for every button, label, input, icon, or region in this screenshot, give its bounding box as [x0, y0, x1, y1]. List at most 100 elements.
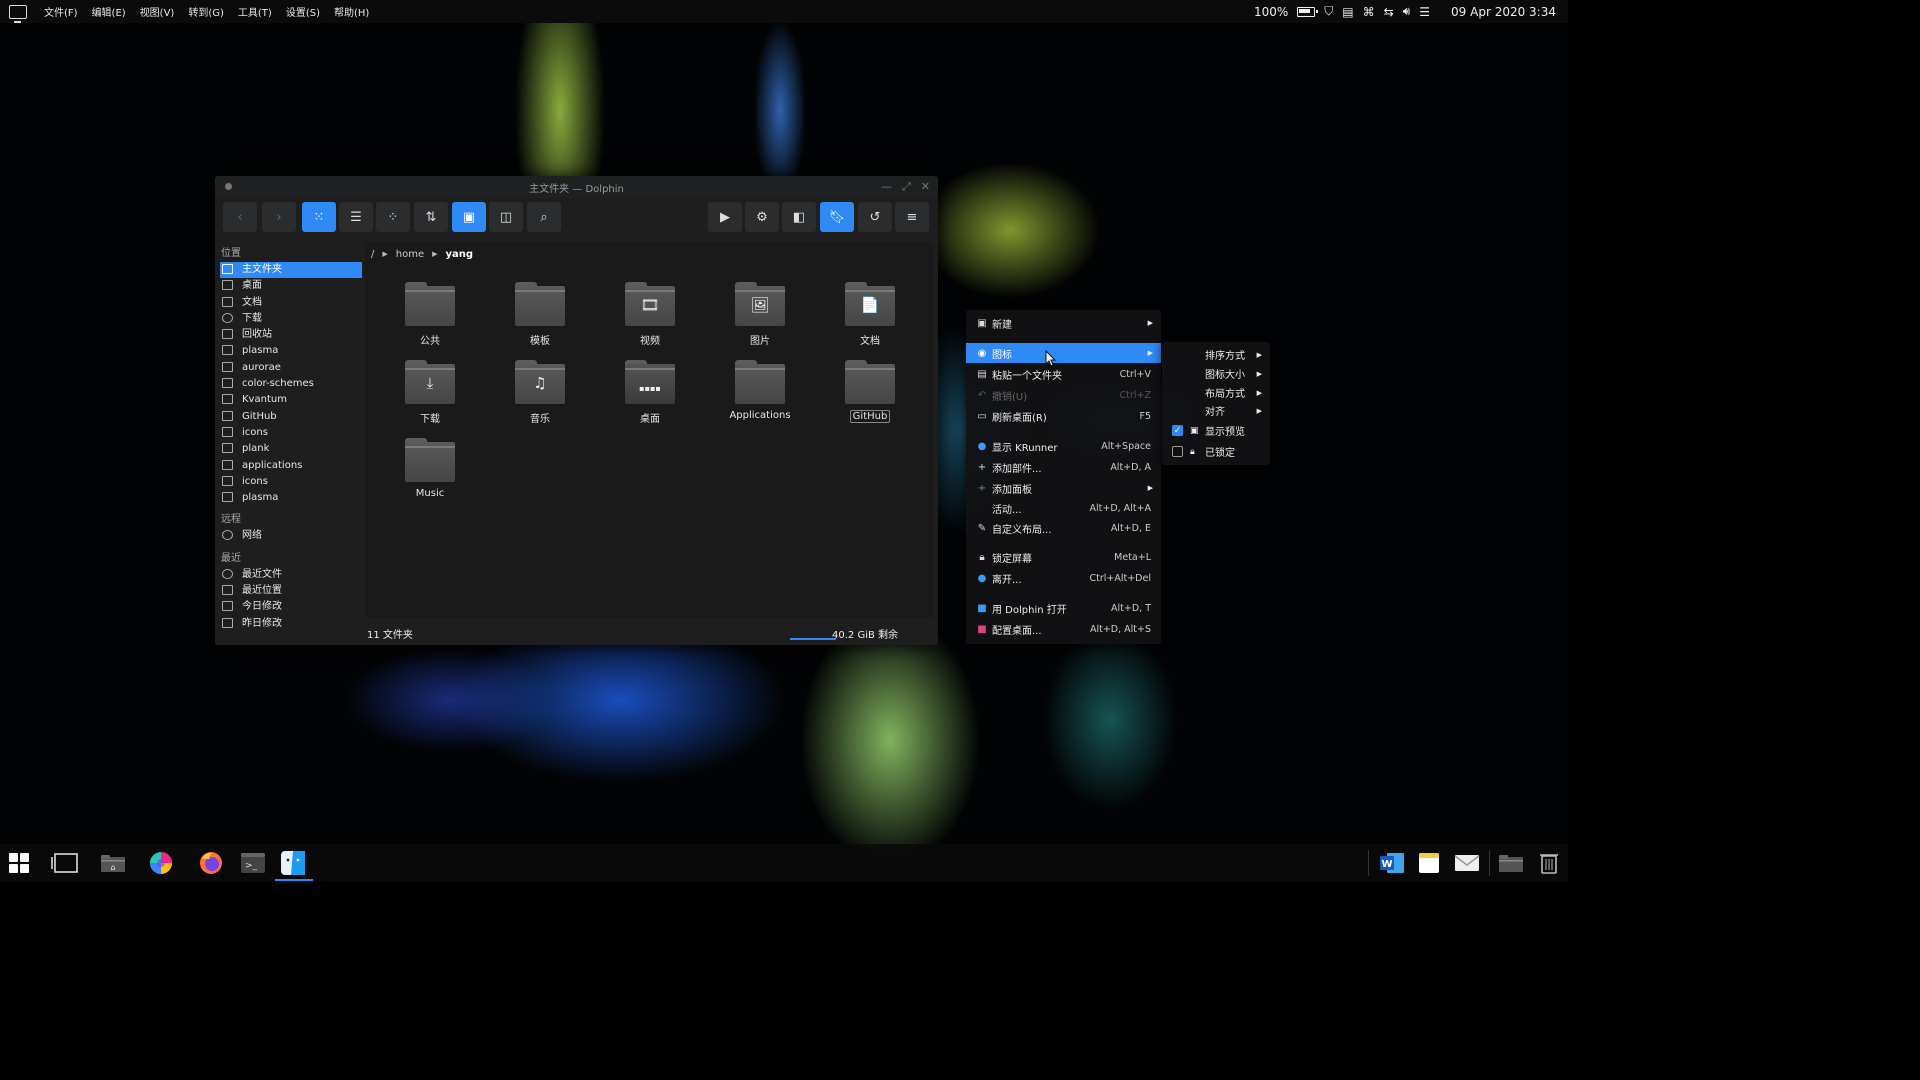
sidebar-item-modified-yesterday[interactable]: 昨日修改	[220, 616, 362, 632]
task-view-button[interactable]	[51, 850, 79, 876]
back-button[interactable]: ‹	[223, 202, 257, 232]
submenu-item-icon-size[interactable]: 图标大小 ▶	[1162, 364, 1270, 383]
clock[interactable]: 09 Apr 2020 3:34	[1451, 5, 1556, 19]
taskbar-mail[interactable]	[1453, 850, 1481, 876]
file-item-applications[interactable]: Applications	[715, 360, 805, 421]
breadcrumb-home[interactable]: home	[396, 249, 424, 260]
sidebar-item-plank[interactable]: plank	[220, 441, 362, 457]
file-item-github[interactable]: GitHub	[825, 360, 915, 423]
taskbar-word[interactable]: W	[1378, 850, 1406, 876]
breadcrumb-root[interactable]: /	[371, 249, 374, 260]
split-button[interactable]: ◫	[489, 202, 523, 232]
sidebar-item-kvantum[interactable]: Kvantum	[220, 392, 362, 408]
icons-view-button[interactable]: ⁙	[302, 202, 336, 232]
bookmark-button[interactable]: 🔖︎	[820, 202, 854, 232]
battery-icon[interactable]	[1297, 6, 1319, 17]
menu-help[interactable]: 帮助(H)	[327, 4, 376, 19]
menu-item-paste[interactable]: ▤ 粘贴一个文件夹 Ctrl+V	[966, 364, 1161, 384]
file-item-music[interactable]: Music	[385, 438, 475, 499]
breadcrumb-current[interactable]: yang	[446, 249, 474, 260]
file-item-templates[interactable]: 模板	[495, 282, 585, 347]
sidebar-item-icons-2[interactable]: icons	[220, 474, 362, 490]
file-item-public[interactable]: 公共	[385, 282, 475, 347]
sidebar-item-desktop[interactable]: 桌面	[220, 278, 362, 294]
hamburger-menu-button[interactable]: ≡	[895, 202, 929, 232]
menu-file[interactable]: 文件(F)	[37, 4, 85, 19]
search-button[interactable]: ⌕	[527, 202, 561, 232]
file-item-documents[interactable]: 📄 文档	[825, 282, 915, 347]
sidebar-item-network[interactable]: 网络	[220, 528, 362, 544]
maximize-icon[interactable]: ⤢	[902, 180, 911, 194]
menu-item-configure-desktop[interactable]: ■ 配置桌面... Alt+D, Alt+S	[966, 619, 1161, 639]
sidebar-item-recent-files[interactable]: 最近文件	[220, 567, 362, 583]
taskbar-trash[interactable]	[1535, 850, 1563, 876]
sidebar-item-github[interactable]: GitHub	[220, 409, 362, 425]
submenu-item-align[interactable]: 对齐 ▶	[1162, 401, 1270, 420]
sidebar-item-plasma-2[interactable]: plasma	[220, 490, 362, 506]
menu-item-refresh[interactable]: ▭ 刷新桌面(R) F5	[966, 406, 1161, 426]
file-item-desktop[interactable]: ▪▪▪▪ 桌面	[605, 360, 695, 425]
settings-button[interactable]: ⚙	[745, 202, 779, 232]
file-item-pictures[interactable]: 🖼 图片	[715, 282, 805, 347]
menu-item-leave[interactable]: ● 离开... Ctrl+Alt+Del	[966, 568, 1161, 588]
terminal-button[interactable]: ▶	[708, 202, 742, 232]
sidebar-item-plasma[interactable]: plasma	[220, 343, 362, 359]
menu-view[interactable]: 视图(V)	[133, 4, 182, 19]
menu-go[interactable]: 转到(G)	[181, 4, 231, 19]
menu-item-undo[interactable]: ↶ 撤销(U) Ctrl+Z	[966, 385, 1161, 405]
menu-settings[interactable]: 设置(S)	[279, 4, 327, 19]
taskbar-firefox[interactable]	[197, 850, 225, 876]
close-icon[interactable]: ✕	[921, 180, 930, 194]
sidebar-item-applications[interactable]: applications	[220, 458, 362, 474]
sidebar-item-recent-locations[interactable]: 最近位置	[220, 583, 362, 599]
network-icon[interactable]: ⇆	[1384, 5, 1394, 19]
sidebar-item-home[interactable]: 主文件夹	[220, 262, 362, 279]
chevron-right-icon[interactable]: ▶	[432, 250, 437, 258]
sidebar-item-documents[interactable]: 文档	[220, 295, 362, 311]
battery-percent[interactable]: 100%	[1254, 5, 1288, 19]
sidebar-item-trash[interactable]: 回收站	[220, 327, 362, 343]
sidebar-item-color-schemes[interactable]: color-schemes	[220, 376, 362, 392]
details-view-button[interactable]: ☰	[339, 202, 373, 232]
kdeconnect-icon[interactable]: ⌘	[1363, 5, 1375, 19]
chevron-right-icon[interactable]: ▶	[382, 250, 387, 258]
monitor-icon[interactable]	[9, 4, 27, 23]
taskbar-terminal[interactable]: >_	[239, 850, 267, 876]
menu-item-add-widgets[interactable]: + 添加部件... Alt+D, A	[966, 457, 1161, 477]
volume-icon[interactable]: 🔊︎	[1403, 4, 1411, 19]
menu-item-activities[interactable]: 活动... Alt+D, Alt+A	[966, 498, 1161, 518]
sidebar-item-icons[interactable]: icons	[220, 425, 362, 441]
free-space[interactable]: 40.2 GiB 剩余	[832, 626, 898, 641]
submenu-item-show-previews[interactable]: ✓ ▣ 显示预览	[1162, 421, 1270, 440]
taskbar-color-app[interactable]	[147, 850, 175, 876]
sidebar-item-modified-today[interactable]: 今日修改	[220, 599, 362, 615]
menu-item-krunner[interactable]: ● 显示 KRunner Alt+Space	[966, 436, 1161, 456]
shield-icon[interactable]: ⛉	[1324, 4, 1333, 19]
minimize-icon[interactable]: —	[881, 180, 892, 194]
taskbar-finder[interactable]	[279, 850, 307, 876]
preview-button[interactable]: ▣	[452, 202, 486, 232]
file-item-music-cn[interactable]: ♫ 音乐	[495, 360, 585, 425]
taskbar-folder[interactable]	[1497, 850, 1525, 876]
menu-tools[interactable]: 工具(T)	[231, 4, 279, 19]
notifications-icon[interactable]: ☰	[1419, 5, 1430, 19]
forward-button[interactable]: ›	[262, 202, 296, 232]
panel-button[interactable]: ◧	[782, 202, 816, 232]
menu-item-customize-layout[interactable]: ✎ 自定义布局... Alt+D, E	[966, 518, 1161, 538]
sidebar-item-aurorae[interactable]: aurorae	[220, 360, 362, 376]
menu-item-lock-screen[interactable]: 🔒︎ 锁定屏幕 Meta+L	[966, 547, 1161, 567]
sidebar-item-downloads[interactable]: 下载	[220, 311, 362, 327]
window-menu-icon[interactable]	[225, 183, 232, 190]
checkbox-checked-icon[interactable]: ✓	[1172, 425, 1183, 436]
start-menu-button[interactable]	[5, 850, 33, 876]
submenu-item-sort[interactable]: 排序方式 ▶	[1162, 345, 1270, 364]
taskbar-notes[interactable]	[1415, 850, 1443, 876]
undo-button[interactable]: ↺	[858, 202, 892, 232]
submenu-item-locked[interactable]: 🔒︎ 已锁定	[1162, 442, 1270, 461]
menu-item-add-panel[interactable]: + 添加面板 ▶	[966, 478, 1161, 498]
checkbox-unchecked-icon[interactable]	[1172, 446, 1183, 457]
compact-view-button[interactable]: ⁘	[376, 202, 410, 232]
menu-edit[interactable]: 编辑(E)	[85, 4, 133, 19]
taskbar-files[interactable]: ⌂	[99, 850, 127, 876]
submenu-item-arrange[interactable]: 布局方式 ▶	[1162, 383, 1270, 402]
